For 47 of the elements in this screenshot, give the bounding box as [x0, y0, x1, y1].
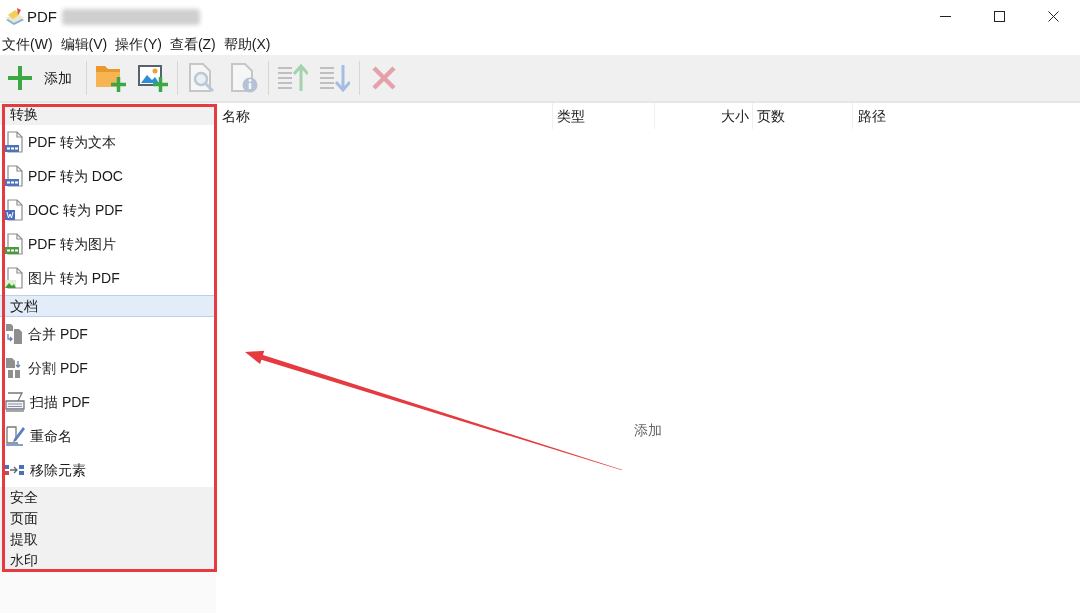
app-logo-icon — [5, 6, 25, 27]
column-header[interactable]: 名称 — [216, 103, 553, 129]
plus-icon — [8, 66, 32, 90]
image-file-icon — [5, 267, 23, 289]
sidebar-group-header[interactable]: 页面 — [0, 508, 216, 529]
close-icon — [1047, 11, 1059, 22]
sidebar-item[interactable]: 重命名 — [0, 419, 216, 453]
sidebar-group-header[interactable]: 文档 — [0, 295, 216, 317]
sort-up-icon — [278, 64, 308, 92]
doc-file-icon — [5, 165, 23, 187]
sidebar-item[interactable]: PDF 转为文本 — [0, 125, 216, 159]
sidebar-item[interactable]: 图片 转为 PDF — [0, 261, 216, 295]
sort-down-icon — [320, 64, 350, 92]
image-plus-icon — [138, 64, 168, 92]
txt-file-icon — [5, 131, 23, 153]
sidebar-item[interactable]: 移除元素 — [0, 453, 216, 487]
word-file-icon — [5, 199, 23, 221]
scanner-icon — [5, 391, 25, 413]
sidebar-item[interactable]: 分割 PDF — [0, 351, 216, 385]
sidebar-item[interactable]: PDF 转为 DOC — [0, 159, 216, 193]
rename-document-icon — [5, 425, 25, 447]
column-header[interactable]: 页数 — [753, 103, 853, 129]
sidebar-item[interactable]: 合并 PDF — [0, 317, 216, 351]
folder-plus-icon — [96, 64, 126, 92]
menu-item[interactable]: 操作(Y) — [115, 34, 162, 54]
menu-item[interactable]: 帮助(X) — [223, 34, 271, 54]
delete-icon — [372, 66, 396, 90]
merge-documents-icon — [5, 323, 23, 345]
column-header[interactable]: 大小 — [655, 103, 753, 129]
sidebar-item[interactable]: PDF 转为图片 — [0, 227, 216, 261]
maximize-icon — [993, 11, 1005, 22]
sidebar-item[interactable]: 扫描 PDF — [0, 385, 216, 419]
jpg-file-icon — [5, 233, 23, 255]
menu-item[interactable]: 编辑(V) — [60, 34, 108, 54]
column-header[interactable]: 类型 — [553, 103, 655, 129]
empty-list-hint: 添加 — [634, 421, 662, 440]
column-header[interactable]: 路径 — [853, 103, 1080, 129]
sidebar-group-header[interactable]: 提取 — [0, 529, 216, 550]
menu-item[interactable]: 文件(W) — [2, 34, 53, 54]
document-info-icon — [230, 63, 258, 93]
sidebar-item[interactable]: DOC 转为 PDF — [0, 193, 216, 227]
window-title: PDF — [27, 6, 57, 27]
split-document-icon — [5, 357, 23, 379]
menu-item[interactable]: 查看(Z) — [169, 34, 216, 54]
document-search-icon — [188, 63, 216, 93]
sidebar-group-header[interactable]: 安全 — [0, 487, 216, 508]
add-button[interactable]: 添加 — [8, 58, 83, 98]
